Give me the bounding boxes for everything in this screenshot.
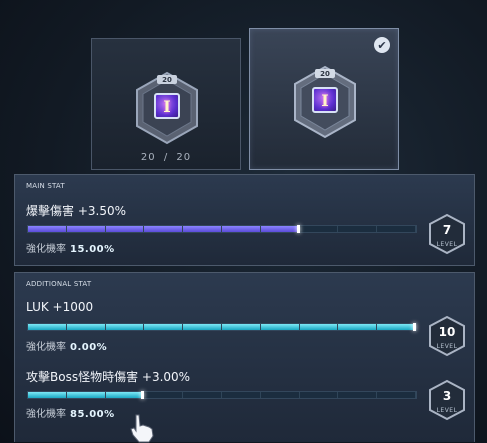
- additional-stat-name: 攻擊Boss怪物時傷害 +3.00%: [26, 370, 191, 384]
- core-gem-icon: I: [154, 93, 180, 119]
- main-stat-progress-bar: [27, 225, 417, 233]
- additional-stat-progress-bar: [27, 391, 417, 399]
- core-card-current[interactable]: 20 I 20 / 20: [91, 38, 241, 170]
- level-badge: 3 LEVEL: [427, 379, 467, 421]
- main-stat-title: MAIN STAT: [26, 182, 65, 190]
- progress-cap: [296, 225, 300, 233]
- additional-stat-rate: 強化機率 85.00%: [26, 405, 115, 420]
- level-badge: 10 LEVEL: [427, 315, 467, 357]
- progress-cap: [413, 323, 416, 331]
- rate-label: 強化機率: [26, 244, 66, 255]
- rate-label: 強化機率: [26, 409, 66, 420]
- core-gem-badge: 20 I: [291, 65, 359, 139]
- count-separator: /: [163, 152, 169, 163]
- level-number: 10: [438, 325, 456, 339]
- main-stat-panel: MAIN STAT 爆擊傷害 +3.50% 強化機率 15.00% 7 LEVEL: [14, 174, 475, 266]
- check-icon: ✔: [374, 37, 390, 53]
- rate-value: 0.00%: [70, 342, 108, 353]
- main-stat-name: 爆擊傷害 +3.50%: [26, 204, 126, 218]
- progress-cap: [141, 391, 145, 399]
- main-stat-rate: 強化機率 15.00%: [26, 240, 115, 255]
- additional-stat-panel: ADDITIONAL STAT LUK +1000 強化機率 0.00% 10 L…: [14, 272, 475, 442]
- additional-stat-rate: 強化機率 0.00%: [26, 338, 107, 353]
- level-number: 7: [442, 223, 452, 237]
- additional-stat-name: LUK +1000: [26, 300, 94, 314]
- core-cards-area: 20 I 20 / 20 ✔ 20 I: [0, 0, 487, 172]
- core-gem-icon: I: [312, 87, 338, 113]
- count-max: 20: [176, 152, 192, 163]
- level-label: LEVEL: [436, 343, 458, 350]
- rate-value: 85.00%: [70, 409, 115, 420]
- card-count: 20 / 20: [92, 152, 240, 163]
- level-label: LEVEL: [436, 407, 458, 414]
- additional-stat-progress-bar: [27, 323, 417, 331]
- core-gem-badge: 20 I: [133, 71, 201, 145]
- level-number: 3: [442, 389, 452, 403]
- hand-cursor-icon: [130, 414, 154, 443]
- card-level-tag: 20: [320, 70, 330, 78]
- count-current: 20: [140, 152, 156, 163]
- rate-value: 15.00%: [70, 244, 115, 255]
- level-label: LEVEL: [436, 241, 458, 248]
- level-badge: 7 LEVEL: [427, 213, 467, 255]
- additional-stat-title: ADDITIONAL STAT: [26, 280, 92, 288]
- core-card-selected[interactable]: ✔ 20 I: [249, 28, 399, 170]
- card-level-tag: 20: [162, 76, 172, 84]
- rate-label: 強化機率: [26, 342, 66, 353]
